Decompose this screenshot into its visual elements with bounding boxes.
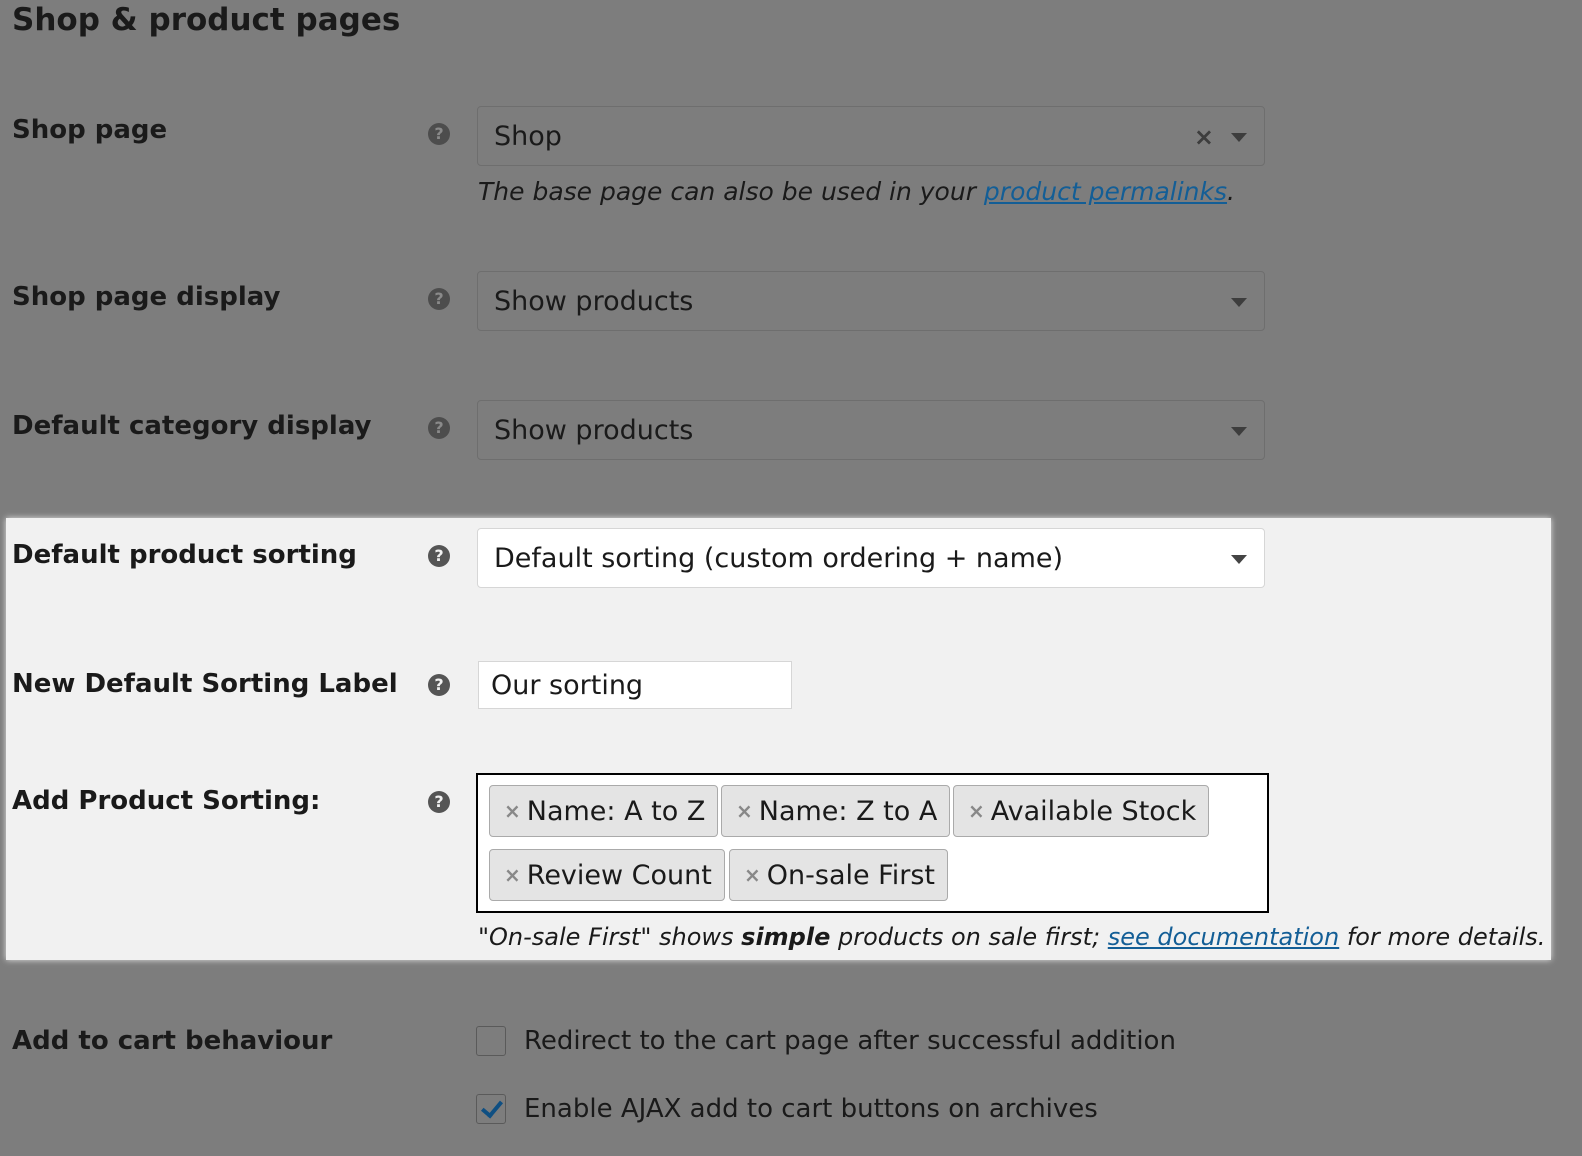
on-sale-note-middle: products on sale first; <box>830 923 1108 951</box>
help-icon[interactable]: ? <box>428 123 450 145</box>
sorting-tag-label: Name: Z to A <box>758 796 938 827</box>
on-sale-note-end: for more details. <box>1339 923 1546 951</box>
sorting-tag-label: On-sale First <box>766 860 936 891</box>
shop-page-description-text: The base page can also be used in your <box>478 177 984 206</box>
default-category-display-value: Show products <box>494 415 694 446</box>
default-product-sorting-select[interactable]: Default sorting (custom ordering + name) <box>477 528 1265 588</box>
add-product-sorting-label: Add Product Sorting: <box>12 786 321 816</box>
on-sale-note-bold: simple <box>741 923 831 951</box>
redirect-to-cart-label[interactable]: Redirect to the cart page after successf… <box>524 1026 1176 1056</box>
sorting-tag[interactable]: × Review Count <box>489 849 725 901</box>
sorting-tag-label: Available Stock <box>990 796 1197 827</box>
chevron-down-icon <box>1231 555 1247 564</box>
sorting-tag[interactable]: × Name: Z to A <box>721 785 951 837</box>
help-icon[interactable]: ? <box>428 674 450 696</box>
on-sale-note: "On-sale First" shows simple products on… <box>478 923 1545 951</box>
default-category-display-select[interactable]: Show products <box>477 400 1265 460</box>
add-to-cart-behaviour-label: Add to cart behaviour <box>12 1026 333 1056</box>
shop-page-display-label: Shop page display <box>12 282 281 312</box>
help-icon[interactable]: ? <box>428 288 450 310</box>
product-permalinks-link[interactable]: product permalinks <box>984 177 1227 206</box>
shop-page-label: Shop page <box>12 115 168 145</box>
help-icon[interactable]: ? <box>428 791 450 813</box>
chevron-down-icon <box>1231 427 1247 436</box>
new-default-sorting-label-label: New Default Sorting Label <box>12 669 398 699</box>
remove-icon[interactable]: × <box>744 863 761 887</box>
shop-page-display-value: Show products <box>494 286 694 317</box>
help-icon[interactable]: ? <box>428 545 450 567</box>
remove-icon[interactable]: × <box>504 863 521 887</box>
remove-icon[interactable]: × <box>504 799 521 823</box>
sorting-tag[interactable]: × Name: A to Z <box>489 785 719 837</box>
shop-page-description-end: . <box>1227 177 1235 206</box>
shop-page-description: The base page can also be used in your p… <box>478 177 1235 206</box>
new-default-sorting-label-input[interactable] <box>478 661 792 709</box>
remove-icon[interactable]: × <box>968 799 985 823</box>
checkmark-icon <box>480 1095 504 1119</box>
sorting-tag-label: Name: A to Z <box>526 796 706 827</box>
see-documentation-link[interactable]: see documentation <box>1108 923 1339 951</box>
page-title: Shop & product pages <box>12 2 401 38</box>
help-icon[interactable]: ? <box>428 417 450 439</box>
default-product-sorting-value: Default sorting (custom ordering + name) <box>494 543 1064 574</box>
enable-ajax-label[interactable]: Enable AJAX add to cart buttons on archi… <box>524 1094 1098 1124</box>
enable-ajax-checkbox[interactable] <box>476 1094 506 1124</box>
shop-page-display-select[interactable]: Show products <box>477 271 1265 331</box>
shop-page-select[interactable]: Shop × <box>477 106 1265 166</box>
chevron-down-icon <box>1231 133 1247 142</box>
add-product-sorting-multiselect[interactable]: × Name: A to Z × Name: Z to A × Available S… <box>476 773 1269 913</box>
default-product-sorting-label: Default product sorting <box>12 540 357 570</box>
remove-icon[interactable]: × <box>736 799 753 823</box>
clear-icon[interactable]: × <box>1194 107 1214 167</box>
redirect-to-cart-checkbox[interactable] <box>476 1026 506 1056</box>
chevron-down-icon <box>1231 298 1247 307</box>
default-category-display-label: Default category display <box>12 411 372 441</box>
on-sale-note-text: "On-sale First" shows <box>478 923 742 951</box>
sorting-tag[interactable]: × Available Stock <box>953 785 1210 837</box>
shop-page-value: Shop <box>494 121 562 152</box>
sorting-tag-label: Review Count <box>526 860 712 891</box>
sorting-tag[interactable]: × On-sale First <box>729 849 949 901</box>
